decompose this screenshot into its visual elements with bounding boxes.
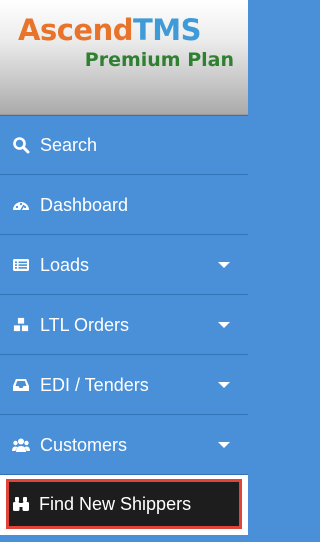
nav-item-label: Search xyxy=(40,135,98,155)
nav-item-label: LTL Orders xyxy=(40,314,130,335)
binoculars-icon xyxy=(12,495,30,513)
nav-item-ltl-orders[interactable]: LTL Orders xyxy=(0,295,248,355)
nav-item-label: Find New Shippers xyxy=(39,494,192,514)
logo-name-part2: TMS xyxy=(132,13,202,47)
list-icon xyxy=(12,256,30,274)
chevron-down-icon[interactable] xyxy=(218,441,230,448)
nav-item-customers[interactable]: Customers xyxy=(0,415,248,475)
brand-header: AscendTMS Premium Plan xyxy=(0,0,248,115)
nav-item-label: Loads xyxy=(40,254,90,275)
chevron-down-icon[interactable] xyxy=(218,261,230,268)
nav-item-find-new-shippers[interactable]: Find New Shippers xyxy=(0,475,248,535)
plan-label: Premium Plan xyxy=(84,49,234,71)
inbox-icon xyxy=(12,376,30,394)
users-icon xyxy=(12,436,30,454)
dashboard-icon xyxy=(12,196,30,214)
nav-item-label: EDI / Tenders xyxy=(40,374,149,395)
nav-item-dashboard[interactable]: Dashboard xyxy=(0,175,248,235)
search-icon xyxy=(12,136,30,154)
logo-name-part1: Ascend xyxy=(18,13,133,47)
chevron-down-icon[interactable] xyxy=(218,321,230,328)
app-logo[interactable]: AscendTMS xyxy=(18,12,202,48)
sidebar-nav: Search Dashboard Loads LTL Orders EDI / … xyxy=(0,115,248,535)
nav-item-label: Customers xyxy=(40,434,128,455)
nav-item-search[interactable]: Search xyxy=(0,115,248,175)
cubes-icon xyxy=(12,316,30,334)
nav-item-edi-tenders[interactable]: EDI / Tenders xyxy=(0,355,248,415)
nav-item-label: Dashboard xyxy=(40,194,129,215)
highlighted-nav-item[interactable]: Find New Shippers xyxy=(6,479,242,529)
chevron-down-icon[interactable] xyxy=(218,381,230,388)
nav-item-loads[interactable]: Loads xyxy=(0,235,248,295)
